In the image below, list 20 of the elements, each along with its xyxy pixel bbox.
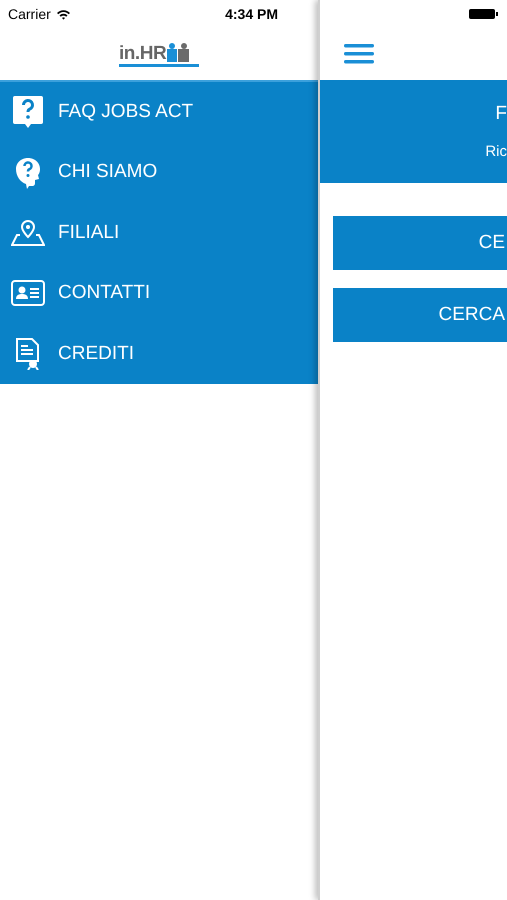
search-button[interactable]: CE (333, 216, 507, 270)
menu-item[interactable]: CHI SIAMO (0, 142, 318, 203)
carrier-label: Carrier (8, 4, 51, 24)
header-subtitle: Ric (485, 142, 507, 162)
map-pin-icon (11, 219, 45, 248)
clock-time: 4:34 PM (225, 4, 278, 24)
menu-item[interactable]: CREDITI (0, 324, 318, 384)
app-logo: in.HR (119, 41, 199, 67)
id-card-icon (11, 280, 45, 306)
head-question-icon (14, 156, 42, 189)
menu-item[interactable]: FILIALI (0, 202, 318, 264)
search-button[interactable]: CERCA (333, 288, 507, 342)
menu-item[interactable]: CONTATTI (0, 263, 318, 324)
question-bubble-icon (12, 95, 44, 130)
certificate-icon (15, 338, 41, 370)
wifi-icon (56, 8, 71, 20)
menu-item[interactable]: FAQ JOBS ACT (0, 82, 318, 142)
battery-icon (469, 8, 499, 20)
menu-icon[interactable] (344, 43, 374, 65)
header-title: F (495, 102, 507, 126)
